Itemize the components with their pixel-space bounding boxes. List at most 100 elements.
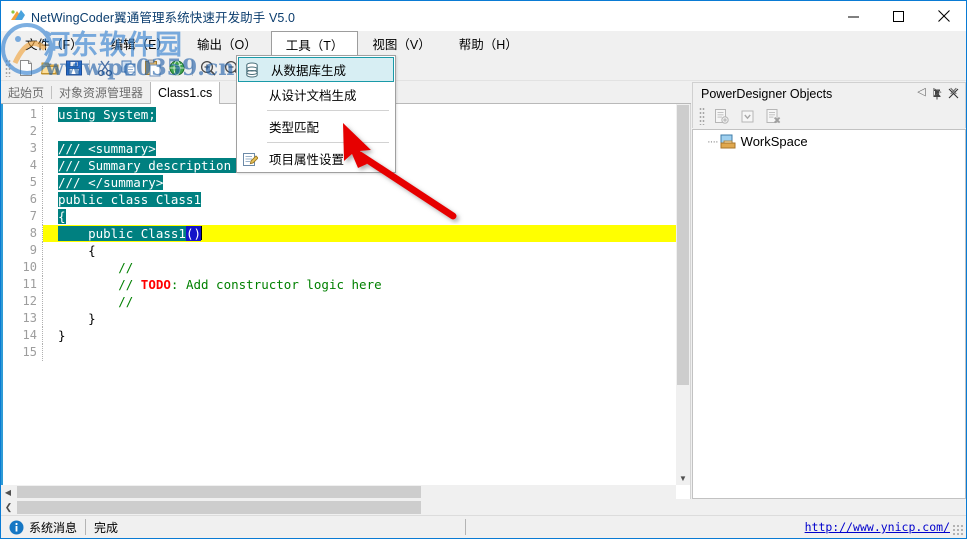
status-website-link[interactable]: http://www.ynicp.com/ [805,520,966,534]
status-message-value: 完成 [94,520,119,535]
menu-option-label: 项目属性设置 [269,153,345,167]
toolbar-grip[interactable] [5,59,11,77]
save-icon[interactable] [62,57,86,79]
globe-icon[interactable] [165,57,189,79]
tab-start-page[interactable]: 起始页 [1,82,51,103]
zoom-in-icon[interactable] [196,57,220,79]
code-line-text[interactable]: /// </summary> [43,174,676,191]
code-line[interactable]: 10 // [7,259,676,276]
code-line[interactable]: 13 } [7,310,676,327]
code-line-text[interactable] [43,344,676,361]
tab-class1-cs[interactable]: Class1.cs [150,82,221,104]
copy-icon[interactable] [117,57,141,79]
code-line[interactable]: 5 /// </summary> [7,174,676,191]
line-number: 15 [7,344,43,361]
code-line-text[interactable]: // [43,259,676,276]
editor-scroll-left-icon[interactable]: ◀ [1,488,15,497]
code-line[interactable]: 11 // TODO: Add constructor logic here [7,276,676,293]
menu-file[interactable]: 文件（F） [11,31,97,56]
dock-toolbar-grip[interactable] [699,107,705,125]
code-line-text[interactable]: public Class1() [43,225,676,242]
editor-hscroll-thumb[interactable] [17,486,421,498]
tab-close-icon[interactable]: ✕ [947,85,960,98]
code-line-text[interactable]: // TODO: Add constructor logic here [43,276,676,293]
menu-separator [267,142,389,143]
menu-option-3[interactable]: 类型匹配 [237,114,395,139]
minimize-button[interactable] [831,1,876,31]
maximize-button[interactable] [876,1,921,31]
code-token: public Class1 [58,226,186,241]
code-line[interactable]: 7{ [7,208,676,225]
main-horizontal-scrollbar[interactable]: ❮ [1,500,966,515]
line-number: 5 [7,174,43,191]
tools-dropdown-menu[interactable]: 从数据库生成 从设计文档生成类型匹配项目属性设置 [236,55,396,173]
dock-toolbar [692,104,966,128]
window-title: NetWingCoder翼通管理系统快速开发助手 V5.0 [31,10,296,25]
line-number: 12 [7,293,43,310]
menu-edit[interactable]: 编辑（E） [97,31,183,56]
editor-horizontal-scrollbar[interactable]: ◀ [1,485,676,499]
new-file-icon[interactable] [14,57,38,79]
menu-help[interactable]: 帮助（H） [445,31,532,56]
tab-next-icon[interactable]: ▷ [931,85,944,98]
editor-scroll-down-icon[interactable]: ▼ [676,471,690,485]
delete-object-icon [760,106,786,126]
code-token: () [185,226,201,241]
close-button[interactable] [921,1,966,31]
tree-connector: ···· [707,135,719,148]
tree-item-workspace[interactable]: ···· WorkSpace [693,130,965,153]
menu-bar: 文件（F） 编辑（E） 输出（O） 工具（T） 视图（V） 帮助（H） [1,31,966,57]
menu-option-1[interactable]: 从数据库生成 [238,57,394,82]
scroll-left-icon[interactable]: ❮ [1,502,16,513]
code-line[interactable]: 8 public Class1() [7,225,676,242]
code-line-text[interactable]: public class Class1 [43,191,676,208]
line-number: 10 [7,259,43,276]
line-number: 9 [7,242,43,259]
code-token: // [58,294,134,309]
code-line-text[interactable]: } [43,327,676,344]
cut-icon[interactable] [93,57,117,79]
code-token: } [58,328,66,343]
code-token: /// <summary> [58,141,156,156]
main-hscroll-thumb[interactable] [17,501,421,514]
application-window: NetWingCoder翼通管理系统快速开发助手 V5.0 文件（F） 编辑（E… [0,0,967,539]
workspace-icon [720,134,736,149]
code-token: /// </summary> [58,175,164,190]
code-line[interactable]: 15 [7,344,676,361]
menu-tools[interactable]: 工具（T） [270,31,359,57]
paste-icon[interactable] [141,57,165,79]
database-icon [239,62,265,78]
editor-vertical-scrollbar[interactable]: ▼ [676,104,690,485]
add-object-icon [708,106,734,126]
code-line-text[interactable]: } [43,310,676,327]
dropdown-arrow-icon [734,106,760,126]
objects-tree[interactable]: ···· WorkSpace [692,129,966,499]
menu-option-label: 类型匹配 [269,121,320,135]
code-line[interactable]: 9 { [7,242,676,259]
menu-option-2[interactable]: 从设计文档生成 [237,82,395,107]
line-number: 3 [7,140,43,157]
menu-view[interactable]: 视图（V） [358,31,444,56]
code-line[interactable]: 12 // [7,293,676,310]
resize-grip[interactable] [952,524,964,536]
menu-separator [267,110,389,111]
code-line-text[interactable]: { [43,208,676,225]
code-line-text[interactable]: // [43,293,676,310]
tab-object-explorer[interactable]: 对象资源管理器 [52,82,150,103]
tab-prev-icon[interactable]: ◁ [915,85,928,98]
info-icon [9,520,24,535]
code-line-text[interactable]: { [43,242,676,259]
powerdesigner-objects-panel: PowerDesigner Objects ···· WorkSpace [692,82,966,499]
code-line[interactable]: 6 public class Class1 [7,191,676,208]
app-logo-icon [9,7,27,25]
properties-icon [237,151,263,167]
window-controls [831,1,966,31]
status-message-label: 系统消息 [29,520,78,535]
menu-option-4[interactable]: 项目属性设置 [237,146,395,171]
code-line[interactable]: 14} [7,327,676,344]
menu-output[interactable]: 输出（O） [183,31,271,56]
code-token: { [58,243,96,258]
open-folder-icon[interactable] [38,57,62,79]
main-toolbar [1,56,966,81]
editor-vscroll-thumb[interactable] [677,105,689,385]
